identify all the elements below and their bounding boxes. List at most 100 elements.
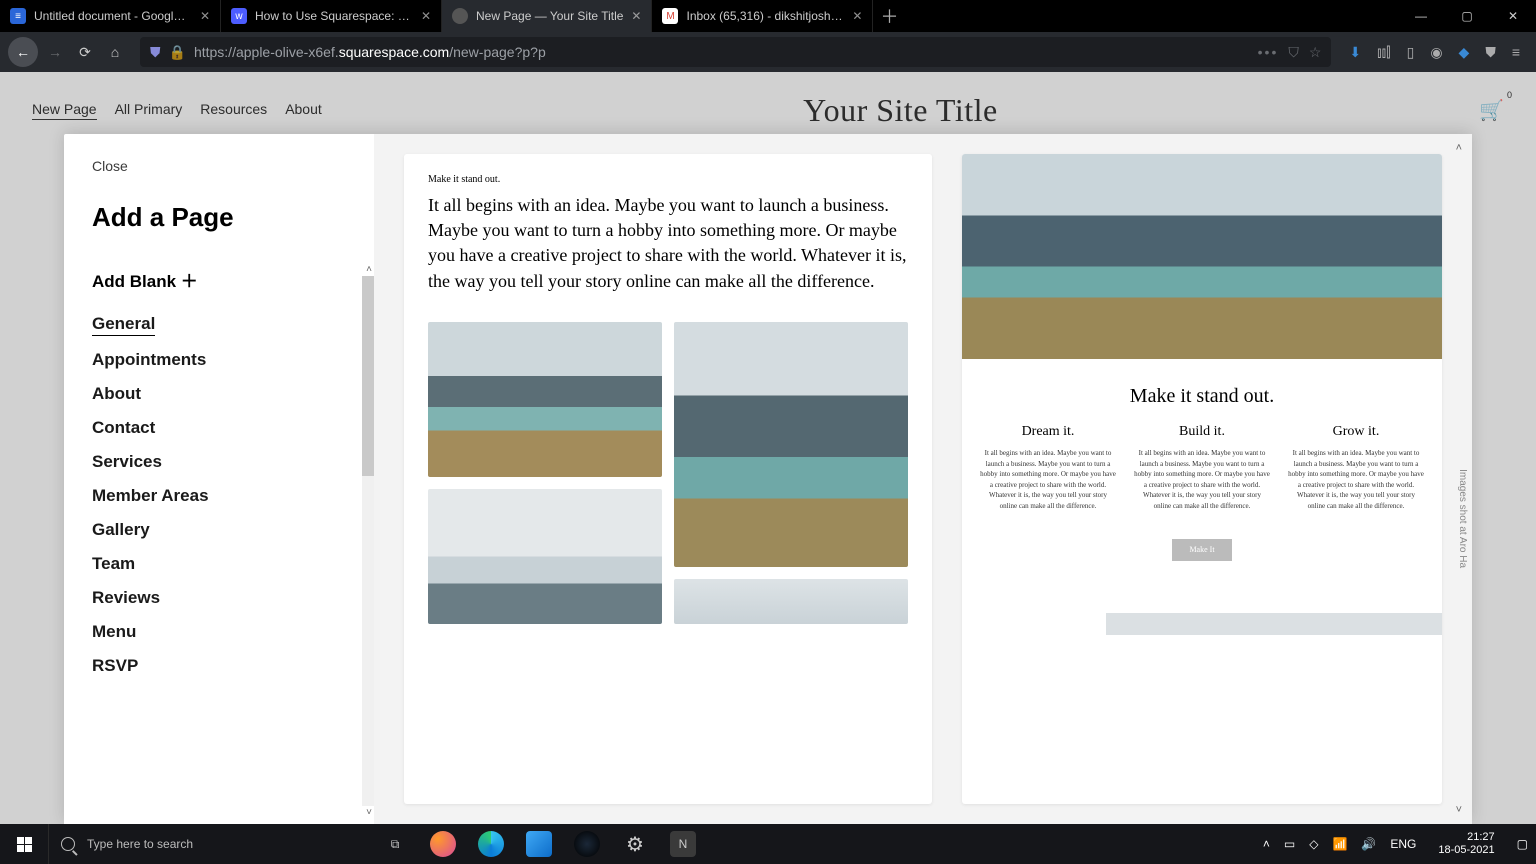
placeholder-image [1106, 613, 1442, 635]
chevron-down-icon[interactable]: ˅ [1456, 804, 1462, 816]
close-icon[interactable]: ✕ [852, 9, 862, 23]
column-title: Dream it. [980, 424, 1116, 440]
column-title: Grow it. [1288, 424, 1424, 440]
category-services[interactable]: Services [92, 452, 346, 472]
modal-sidebar: Close Add a Page Add Blank ＋ GeneralAppo… [64, 134, 374, 824]
category-rsvp[interactable]: RSVP [92, 656, 346, 676]
sidebar-scrollbar[interactable] [362, 276, 374, 806]
reload-button[interactable]: ⟳ [70, 37, 100, 67]
scrollbar-thumb[interactable] [362, 276, 374, 476]
close-icon[interactable]: ✕ [631, 9, 641, 23]
system-tray: ˄ ▭ ◇ 📶 🔊 ENG 21:27 18-05-2021 ▢ [1255, 831, 1536, 857]
category-general[interactable]: General [92, 314, 155, 336]
downloads-icon[interactable]: ⬇ [1349, 44, 1361, 61]
windows-icon [17, 837, 32, 852]
close-icon[interactable]: ✕ [200, 9, 210, 23]
settings-app[interactable]: ⚙ [611, 824, 659, 864]
template-column: Build it. It all begins with an idea. Ma… [1134, 424, 1270, 511]
app-icon[interactable] [515, 824, 563, 864]
extension-shield-icon[interactable]: ⛊ [1485, 44, 1496, 61]
window-controls: — ▢ ✕ [1398, 0, 1536, 32]
site-title: Your Site Title [322, 92, 1479, 129]
tab-gmail[interactable]: M Inbox (65,316) - dikshitjoshi@g ✕ [652, 0, 873, 32]
close-icon[interactable]: ✕ [421, 9, 431, 23]
url-prefix: https://apple-olive-x6ef. [194, 44, 339, 60]
nav-link[interactable]: New Page [32, 101, 97, 120]
forward-button[interactable]: → [40, 37, 70, 67]
placeholder-image [674, 322, 908, 567]
template-column: Grow it. It all begins with an idea. May… [1288, 424, 1424, 511]
add-blank-button[interactable]: Add Blank ＋ [92, 267, 346, 292]
placeholder-image [962, 154, 1442, 359]
edge-app[interactable] [467, 824, 515, 864]
address-bar[interactable]: ⛊ 🔒 https://apple-olive-x6ef.squarespace… [140, 37, 1331, 67]
category-team[interactable]: Team [92, 554, 346, 574]
chevron-up-icon[interactable]: ˄ [1456, 142, 1462, 154]
new-tab-button[interactable]: ＋ [873, 0, 905, 32]
tab-title: Inbox (65,316) - dikshitjoshi@g [686, 9, 844, 23]
template-image-grid [428, 322, 908, 624]
language-indicator[interactable]: ENG [1390, 837, 1416, 851]
search-placeholder: Type here to search [87, 837, 193, 851]
chevron-down-icon[interactable]: ˅ [366, 807, 372, 818]
tab-title: New Page — Your Site Title [476, 9, 623, 23]
nav-link[interactable]: Resources [200, 101, 267, 120]
network-icon[interactable]: ◇ [1309, 837, 1318, 851]
sidebar-icon[interactable]: ▯ [1407, 44, 1415, 61]
nav-link[interactable]: All Primary [115, 101, 183, 120]
extension-icon[interactable]: ◆ [1459, 44, 1470, 61]
cart-icon[interactable]: 🛒0 [1479, 98, 1504, 123]
tab-squarespace-guide[interactable]: w How to Use Squarespace: 11 Ea ✕ [221, 0, 442, 32]
time: 21:27 [1438, 831, 1494, 844]
placeholder-image [674, 579, 908, 624]
column-text: It all begins with an idea. Maybe you wa… [1288, 448, 1424, 511]
wifi-icon[interactable]: 📶 [1332, 837, 1347, 851]
bookmark-icon[interactable]: ☆ [1309, 44, 1322, 61]
column-text: It all begins with an idea. Maybe you wa… [1134, 448, 1270, 511]
template-eyebrow: Make it stand out. [428, 174, 908, 185]
category-about[interactable]: About [92, 384, 346, 404]
chevron-up-icon[interactable]: ˄ [1263, 837, 1270, 851]
category-menu[interactable]: Menu [92, 622, 346, 642]
start-button[interactable] [0, 837, 48, 852]
close-button[interactable]: Close [92, 158, 128, 174]
page-actions-icon[interactable]: ••• [1258, 44, 1279, 60]
firefox-app[interactable] [419, 824, 467, 864]
back-button[interactable]: ← [8, 37, 38, 67]
taskbar-search[interactable]: Type here to search [48, 824, 361, 864]
app-icon[interactable]: N [659, 824, 707, 864]
task-view-button[interactable]: ⧉ [371, 824, 419, 864]
site-icon [452, 8, 468, 24]
protection-icon[interactable]: ⛉ [1288, 44, 1299, 61]
notifications-icon[interactable]: ▢ [1517, 837, 1528, 851]
volume-icon[interactable]: 🔊 [1361, 837, 1376, 851]
template-card-1[interactable]: Make it stand out. It all begins with an… [404, 154, 932, 804]
template-card-2[interactable]: Make it stand out. Dream it. It all begi… [962, 154, 1442, 804]
add-page-modal: Close Add a Page Add Blank ＋ GeneralAppo… [64, 134, 1472, 824]
category-member-areas[interactable]: Member Areas [92, 486, 346, 506]
category-appointments[interactable]: Appointments [92, 350, 346, 370]
clock[interactable]: 21:27 18-05-2021 [1430, 831, 1502, 857]
lock-icon: 🔒 [169, 44, 186, 61]
tab-new-page[interactable]: New Page — Your Site Title ✕ [442, 0, 652, 32]
minimize-button[interactable]: — [1398, 0, 1444, 32]
site-icon: w [231, 8, 247, 24]
image-credit: Images shot at Aro Ha [1457, 469, 1468, 568]
nav-link[interactable]: About [285, 101, 322, 120]
category-contact[interactable]: Contact [92, 418, 346, 438]
tab-title: Untitled document - Google Docs [34, 9, 192, 23]
maximize-button[interactable]: ▢ [1444, 0, 1490, 32]
library-icon[interactable]: ⫾⫾⫿ [1377, 44, 1390, 61]
home-button[interactable]: ⌂ [100, 37, 130, 67]
close-window-button[interactable]: ✕ [1490, 0, 1536, 32]
steam-app[interactable] [563, 824, 611, 864]
category-gallery[interactable]: Gallery [92, 520, 346, 540]
category-reviews[interactable]: Reviews [92, 588, 346, 608]
url-path: /new-page?p?p [449, 44, 546, 60]
windows-taskbar: Type here to search ⧉ ⚙ N ˄ ▭ ◇ 📶 🔊 ENG … [0, 824, 1536, 864]
battery-icon[interactable]: ▭ [1284, 837, 1295, 851]
account-icon[interactable]: ◉ [1430, 44, 1442, 61]
chevron-up-icon[interactable]: ˄ [366, 264, 372, 275]
tab-google-docs[interactable]: ≡ Untitled document - Google Docs ✕ [0, 0, 221, 32]
menu-icon[interactable]: ≡ [1512, 44, 1520, 61]
